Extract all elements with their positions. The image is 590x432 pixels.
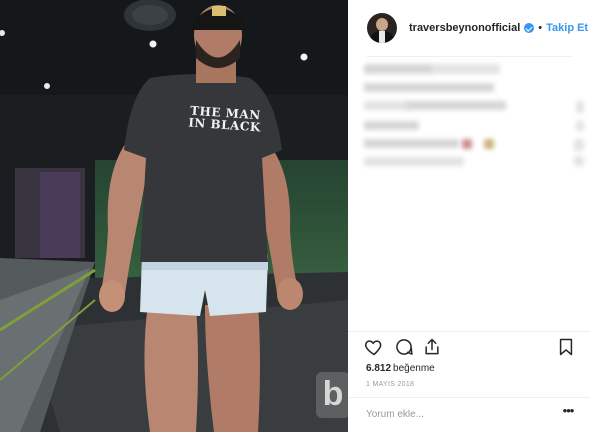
verified-badge-icon [524,23,535,33]
watermark-logo: b [316,372,348,418]
bookmark-icon[interactable] [556,337,576,357]
comment-input[interactable] [366,405,546,423]
likes-number: 6.812 [366,363,392,374]
post-photo[interactable]: THE MAN IN BLACK b [0,0,348,432]
share-icon[interactable] [422,337,442,357]
action-bar [364,337,576,359]
post-side-panel: traversbeynonofficial • Takip Et 6.812 b… [348,0,590,432]
likes-count[interactable]: 6.812 beğenme [366,363,435,374]
comment-divider [348,397,590,398]
header-divider [366,56,572,57]
heart-icon[interactable] [364,337,384,357]
username-link[interactable]: traversbeynonofficial [409,22,520,34]
follow-button[interactable]: Takip Et [546,22,588,34]
post-date[interactable]: 1 MAYIS 2018 [366,381,414,388]
gym-photo-illustration [0,0,348,432]
post-header: traversbeynonofficial • Takip Et [348,0,590,56]
actions-divider [348,331,590,332]
shirt-print-text: THE MAN IN BLACK [187,103,262,135]
likes-label: beğenme [393,363,435,374]
more-options-icon[interactable]: ••• [560,404,576,420]
comment-bubble-icon[interactable] [394,337,414,357]
blurred-caption [362,60,587,170]
avatar[interactable] [367,13,397,43]
follow-separator: • [538,22,543,34]
